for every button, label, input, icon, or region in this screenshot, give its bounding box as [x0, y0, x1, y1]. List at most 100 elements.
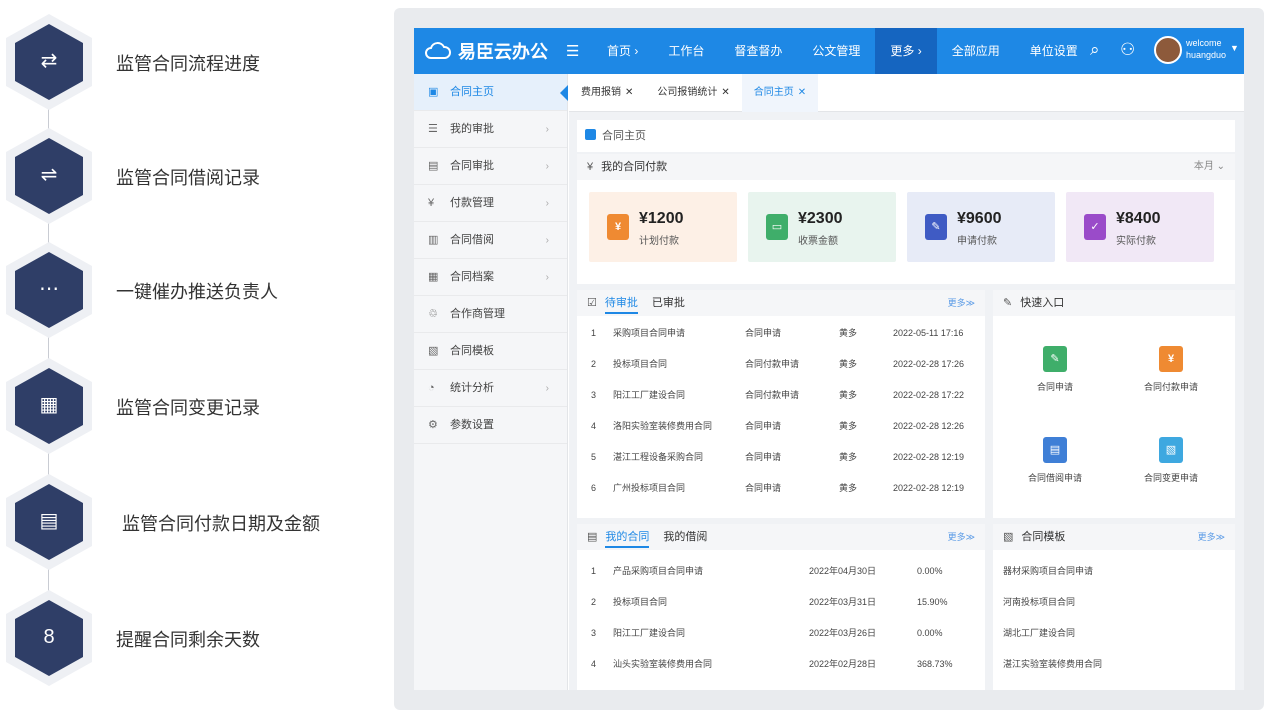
nav-home[interactable]: 首页 › — [592, 28, 653, 74]
feature-item: ▤ 监管合同付款日期及金额 — [0, 470, 380, 570]
feature-item: ⇌ 监管合同借阅记录 — [0, 124, 380, 224]
edit-icon: ✎ — [1003, 297, 1013, 309]
avatar[interactable] — [1154, 36, 1182, 64]
sidebar-item-archive[interactable]: ▦ 合同档案 › — [414, 259, 567, 296]
close-icon[interactable]: ✕ — [721, 87, 729, 98]
sidebar-item-borrow[interactable]: ▥ 合同借阅 › — [414, 222, 567, 259]
table-row[interactable]: 3 阳江工厂建设合同 2022年03月26日 0.00% — [577, 618, 985, 649]
quick-change-apply[interactable]: ▧ 合同变更申请 — [1121, 437, 1221, 484]
chevron-right-icon: › — [545, 124, 549, 135]
card-label: 收票金额 — [798, 236, 838, 247]
list-item[interactable]: 湛江实验室装修费用合同 — [993, 649, 1235, 680]
table-row[interactable]: 1 产品采购项目合同申请 2022年04月30日 0.00% — [577, 556, 985, 587]
tab-my-contracts[interactable]: 我的合同 — [605, 531, 650, 548]
nav-more[interactable]: 更多 › — [875, 28, 937, 74]
tab-pending[interactable]: 待审批 — [604, 297, 638, 314]
book-icon: ▤ — [39, 510, 59, 532]
contract-list: 1 产品采购项目合同申请 2022年04月30日 0.00% 2 投标项目合同 2022年0… — [577, 550, 985, 680]
card-label: 实际付款 — [1116, 236, 1156, 247]
table-row[interactable]: 2 投标项目合同 2022年03月31日 15.90% — [577, 587, 985, 618]
home-icon: ▣ — [428, 86, 439, 98]
nav-all-apps[interactable]: 全部应用 — [937, 28, 1015, 74]
chevron-down-icon[interactable]: ▼ — [1230, 43, 1239, 53]
pie-chart-icon: ◔ — [428, 382, 435, 394]
tab-approved[interactable]: 已审批 — [652, 297, 685, 309]
feature-label: 监管合同借阅记录 — [116, 168, 260, 188]
app-window: 易臣云办公 ☰ 首页 › 工作台 督查督办 公文管理 更多 › 全部应用 单位设… — [414, 28, 1244, 690]
nav-workbench[interactable]: 工作台 — [653, 28, 719, 74]
chevron-right-icon: › — [545, 235, 549, 246]
period-select[interactable]: 本月 ⌄ — [1194, 154, 1225, 180]
sidebar-item-contract-approval[interactable]: ▤ 合同审批 › — [414, 148, 567, 185]
quick-borrow-apply[interactable]: ▤ 合同借阅申请 — [1005, 437, 1105, 484]
user-info[interactable]: welcome huangduo — [1186, 37, 1226, 61]
table-row[interactable]: 4 汕头实验室装修费用合同 2022年02月28日 368.73% — [577, 649, 985, 680]
org-chart-icon[interactable]: ⚇ — [1120, 40, 1135, 60]
form-icon: ✎ — [1043, 346, 1067, 372]
tab-contract-home[interactable]: 合同主页 ✕ — [741, 74, 819, 112]
nav-documents[interactable]: 公文管理 — [797, 28, 875, 74]
sidebar-item-settings[interactable]: ⚙ 参数设置 — [414, 407, 567, 444]
document-icon: ▤ — [428, 160, 439, 172]
yen-icon: ¥ — [607, 214, 629, 240]
more-link[interactable]: 更多≫ — [948, 524, 975, 550]
borrow-icon: ▥ — [428, 234, 439, 246]
chevron-right-icon: › — [545, 383, 549, 394]
top-bar: 易臣云办公 ☰ 首页 › 工作台 督查督办 公文管理 更多 › 全部应用 单位设… — [414, 28, 1244, 74]
sidebar-item-contract-home[interactable]: ▣ 合同主页 — [414, 74, 568, 111]
card-label: 申请付款 — [957, 236, 997, 247]
payment-card-invoice[interactable]: ▭ ¥2300 收票金额 — [748, 192, 896, 262]
search-icon[interactable]: ⌕ — [1090, 40, 1100, 60]
change-icon: ▧ — [1159, 437, 1183, 463]
sidebar-item-payment[interactable]: ¥ 付款管理 › — [414, 185, 567, 222]
yen-icon: ¥ — [1159, 346, 1183, 372]
feature-label: 提醒合同剩余天数 — [116, 630, 260, 650]
payment-card-actual[interactable]: ✓ ¥8400 实际付款 — [1066, 192, 1214, 262]
nav-org-settings[interactable]: 单位设置 — [1015, 28, 1093, 74]
table-row[interactable]: 5 湛江工程设备采购合同 合同申请 黄多 2022-02-28 12:19 — [577, 442, 985, 473]
table-row[interactable]: 6 广州投标项目合同 合同申请 黄多 2022-02-28 12:19 — [577, 473, 985, 504]
panel-header: ¥ 我的合同付款 本月 ⌄ — [577, 154, 1235, 180]
feature-label: 一键催办推送负责人 — [116, 282, 278, 302]
sidebar-item-templates[interactable]: ▧ 合同模板 — [414, 333, 567, 370]
gear-icon: ⚙ — [428, 419, 438, 431]
chat-icon: ⋯ — [39, 278, 59, 300]
more-link[interactable]: 更多≫ — [948, 290, 975, 316]
welcome-text: welcome — [1186, 38, 1222, 48]
close-icon[interactable]: ✕ — [798, 87, 806, 98]
quick-entry-panel: ✎ 快速入口 ✎ 合同申请 ¥ 合同付款申请 ▤ 合同借阅申请 ▧ 合同变更申请 — [993, 290, 1235, 518]
ticket-icon: ▭ — [766, 214, 788, 240]
calendar-icon: 8 — [43, 626, 55, 648]
nav-supervision[interactable]: 督查督办 — [719, 28, 797, 74]
table-row[interactable]: 1 采购项目合同申请 合同申请 黄多 2022-05-11 17:16 — [577, 318, 985, 349]
chevron-right-icon: › — [545, 272, 549, 283]
list-item[interactable]: 湖北工厂建设合同 — [993, 618, 1235, 649]
table-row[interactable]: 3 阳江工厂建设合同 合同付款申请 黄多 2022-02-28 17:22 — [577, 380, 985, 411]
sidebar-item-my-approval[interactable]: ☰ 我的审批 › — [414, 111, 567, 148]
list-item[interactable]: 河南投标项目合同 — [993, 587, 1235, 618]
tab-bar: 费用报销 ✕ 公司报销统计 ✕ 合同主页 ✕ — [569, 74, 1244, 112]
borrow-icon: ▤ — [1043, 437, 1067, 463]
edit-icon: ✎ — [925, 214, 947, 240]
table-row[interactable]: 2 投标项目合同 合同付款申请 黄多 2022-02-28 17:26 — [577, 349, 985, 380]
tab-expense[interactable]: 费用报销 ✕ — [569, 74, 645, 112]
feature-item: ⋯ 一键催办推送负责人 — [0, 238, 380, 338]
list-icon: ☰ — [428, 123, 438, 135]
feature-label: 监管合同流程进度 — [116, 54, 260, 74]
quick-payment-apply[interactable]: ¥ 合同付款申请 — [1121, 346, 1221, 393]
close-icon[interactable]: ✕ — [625, 87, 633, 98]
quick-contract-apply[interactable]: ✎ 合同申请 — [1005, 346, 1105, 393]
exchange-icon: ⇌ — [40, 164, 58, 186]
payment-card-requested[interactable]: ✎ ¥9600 申请付款 — [907, 192, 1055, 262]
feature-label: 监管合同变更记录 — [116, 398, 260, 418]
more-link[interactable]: 更多≫ — [1198, 524, 1225, 550]
app-logo[interactable]: 易臣云办公 — [424, 38, 548, 64]
sidebar-item-partners[interactable]: ♲ 合作商管理 — [414, 296, 567, 333]
sidebar-item-statistics[interactable]: ◔ 统计分析 › — [414, 370, 567, 407]
table-row[interactable]: 4 洛阳实验室装修费用合同 合同申请 黄多 2022-02-28 12:26 — [577, 411, 985, 442]
payment-card-planned[interactable]: ¥ ¥1200 计划付款 — [589, 192, 737, 262]
tab-my-borrows[interactable]: 我的借阅 — [663, 531, 707, 543]
menu-toggle-icon[interactable]: ☰ — [566, 42, 579, 60]
tab-expense-stats[interactable]: 公司报销统计 ✕ — [645, 74, 741, 112]
list-item[interactable]: 器材采购项目合同申请 — [993, 556, 1235, 587]
